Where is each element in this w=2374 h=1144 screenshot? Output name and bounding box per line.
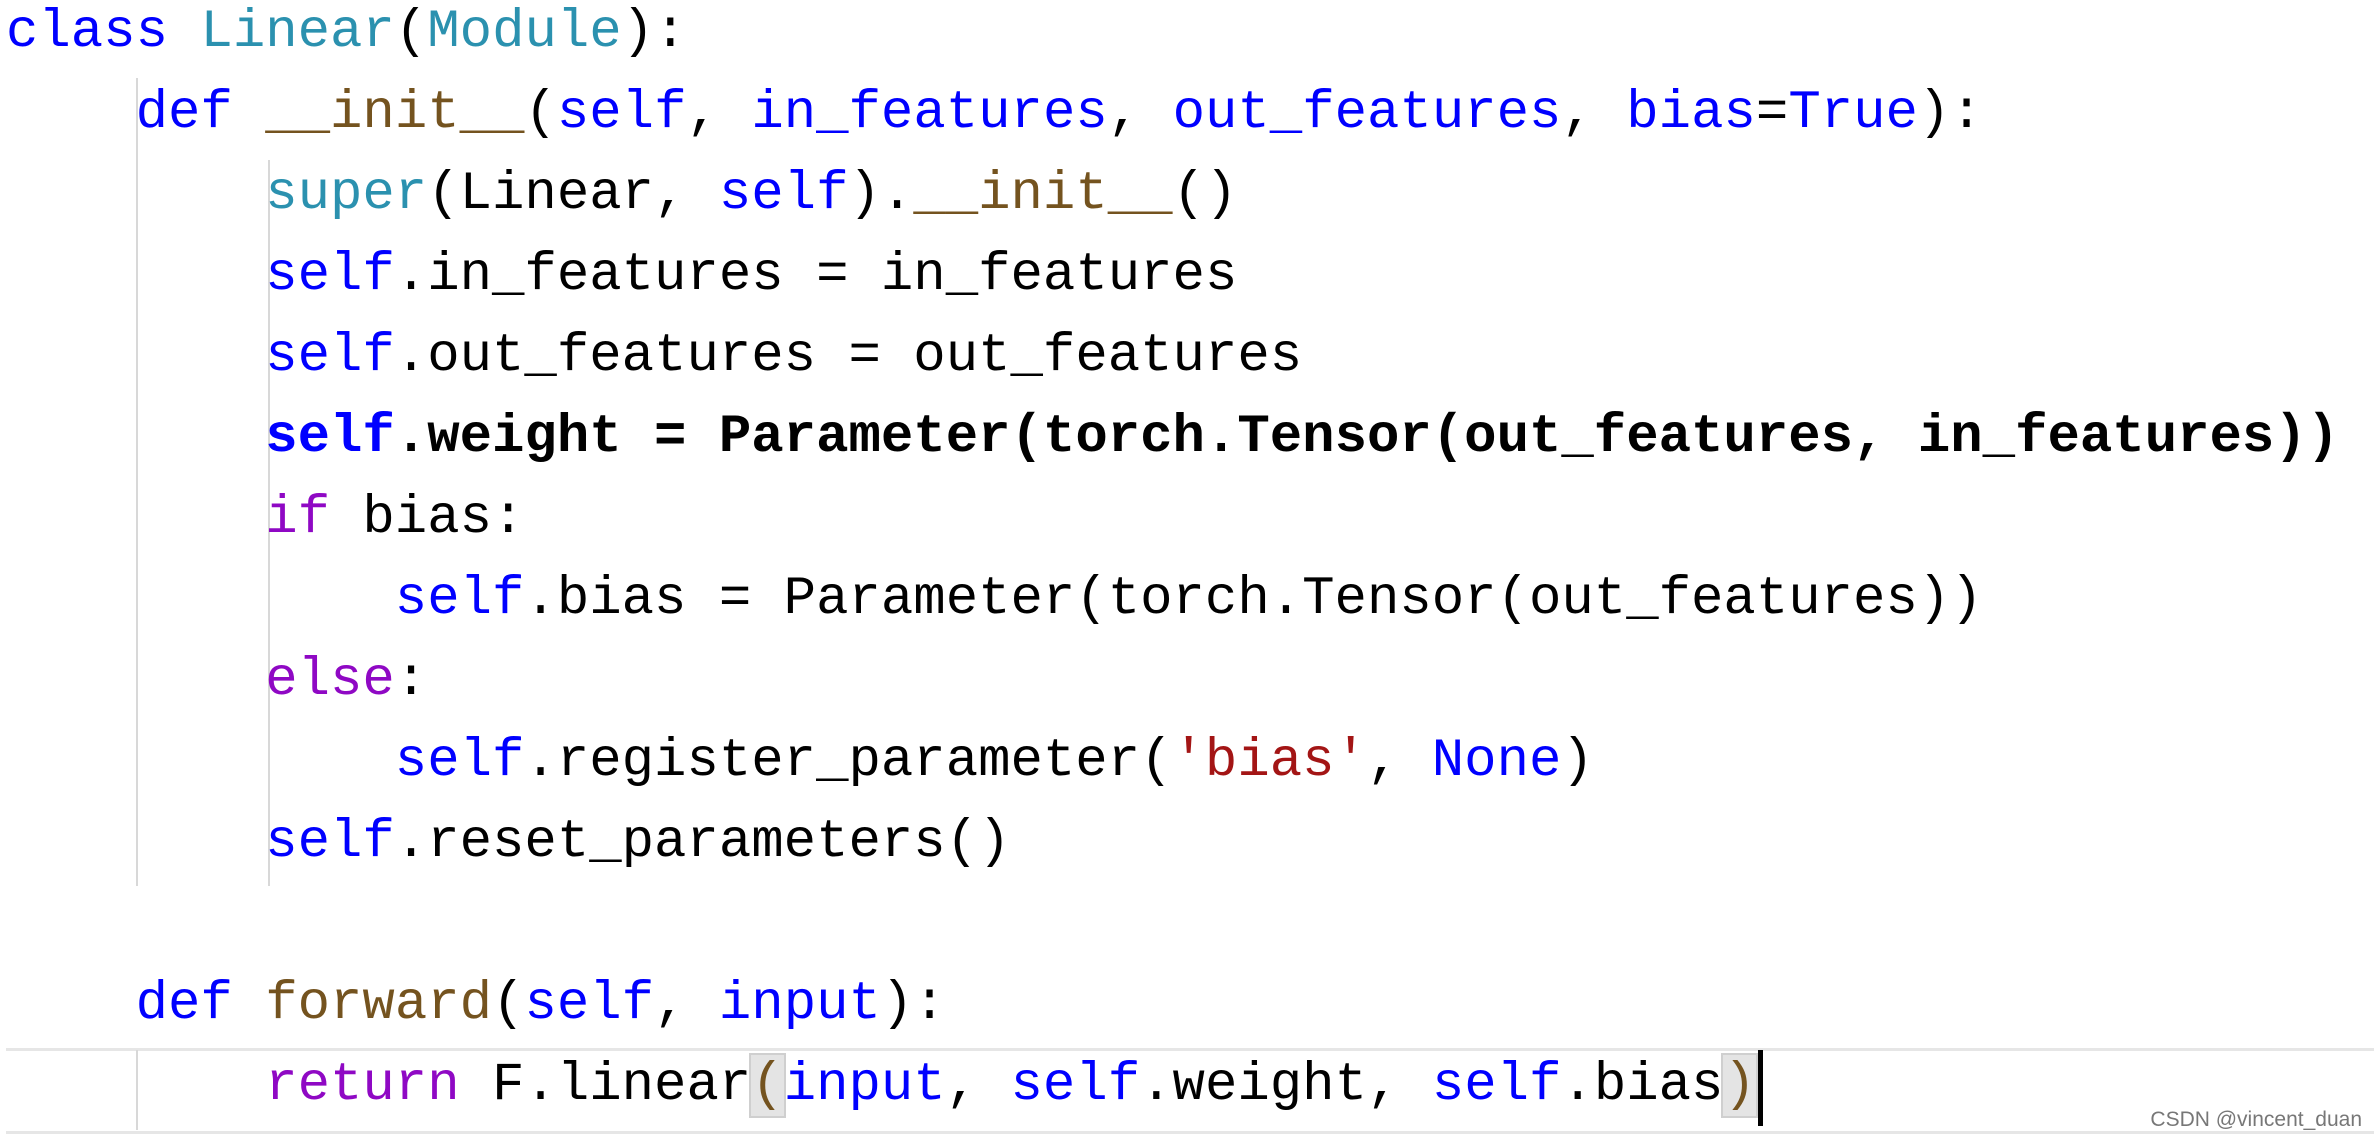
code-token: self: [556, 83, 687, 144]
code-token: (Linear,: [427, 164, 719, 225]
code-token: (: [749, 1053, 786, 1118]
code-token: .bias = Parameter(torch.Tensor(out_featu…: [524, 569, 1983, 630]
code-line[interactable]: else:: [265, 640, 427, 721]
indent-guide: [136, 78, 138, 886]
code-token: :: [394, 650, 428, 711]
watermark: CSDN @vincent_duan: [2150, 1108, 2362, 1131]
code-token: self: [1431, 1055, 1562, 1116]
code-token: self: [265, 245, 395, 306]
text-caret: [1758, 1050, 1763, 1126]
code-token: ,: [1107, 83, 1173, 144]
code-editor[interactable]: class Linear(Module): def __init__(self, …: [6, 0, 2374, 1144]
code-token: ,: [945, 1055, 1011, 1116]
code-token: ,: [1366, 731, 1432, 792]
indent-guide: [268, 565, 270, 645]
code-token: out_features: [1172, 83, 1562, 144]
code-line[interactable]: self.in_features = in_features: [265, 235, 1237, 316]
code-token: if: [265, 488, 330, 549]
code-token: def: [135, 974, 266, 1035]
code-line[interactable]: self.register_parameter('bias', None): [395, 721, 1594, 802]
code-token: (: [492, 974, 525, 1035]
code-token: (): [1172, 164, 1238, 225]
code-line[interactable]: super(Linear, self).__init__(): [265, 154, 1237, 235]
code-token: .register_parameter(: [524, 731, 1173, 792]
code-token: ):: [880, 974, 946, 1035]
code-line[interactable]: self.reset_parameters(): [265, 802, 1010, 883]
code-line[interactable]: self.out_features = out_features: [265, 316, 1302, 397]
code-line[interactable]: self.bias = Parameter(torch.Tensor(out_f…: [395, 559, 1983, 640]
code-token: .reset_parameters(): [394, 812, 1011, 873]
code-token: .bias: [1561, 1055, 1724, 1116]
code-token: super: [265, 164, 428, 225]
code-token: .weight = Parameter(torch.Tensor(out_fea…: [394, 407, 2340, 468]
code-token: ,: [686, 83, 752, 144]
code-line[interactable]: def forward(self, input):: [136, 964, 946, 1045]
code-token: ,: [1561, 83, 1627, 144]
code-token: self: [265, 407, 395, 468]
code-token: Linear: [200, 2, 395, 63]
indent-guide: [268, 727, 270, 807]
code-token: input: [718, 974, 881, 1035]
code-token: ,: [654, 974, 719, 1035]
code-token: forward: [265, 974, 493, 1035]
code-line[interactable]: def __init__(self, in_features, out_feat…: [136, 73, 1983, 154]
code-token: Module: [427, 2, 622, 63]
code-token: .weight,: [1140, 1055, 1432, 1116]
code-token: self: [1010, 1055, 1141, 1116]
code-token: else: [265, 650, 395, 711]
code-token: self: [718, 164, 849, 225]
code-token: ):: [1917, 83, 1983, 144]
code-token: ): [1561, 731, 1594, 792]
code-line[interactable]: if bias:: [265, 478, 524, 559]
indent-guide: [136, 1050, 138, 1130]
code-token: class: [6, 2, 201, 63]
code-token: bias:: [330, 488, 525, 549]
code-token: .out_features = out_features: [394, 326, 1303, 387]
code-line[interactable]: class Linear(Module):: [6, 0, 687, 73]
code-token: __init__: [913, 164, 1173, 225]
code-token: 'bias': [1172, 731, 1367, 792]
code-token: self: [265, 326, 395, 387]
code-token: .in_features = in_features: [394, 245, 1238, 306]
code-token: in_features: [751, 83, 1108, 144]
code-token: self: [524, 974, 655, 1035]
code-token: None: [1431, 731, 1562, 792]
code-token: (: [524, 83, 557, 144]
code-token: F.linear: [459, 1055, 752, 1116]
code-line[interactable]: self.weight = Parameter(torch.Tensor(out…: [265, 397, 2339, 478]
code-line[interactable]: return F.linear(input, self.weight, self…: [265, 1045, 1758, 1126]
code-token: def: [135, 83, 266, 144]
code-token: ).: [848, 164, 914, 225]
code-token: =: [1755, 83, 1789, 144]
code-token: bias: [1626, 83, 1756, 144]
code-token: self: [394, 731, 525, 792]
code-token: __init__: [265, 83, 525, 144]
code-token: ): [1721, 1053, 1758, 1118]
code-token: ):: [621, 2, 687, 63]
code-token: self: [265, 812, 395, 873]
code-token: (: [394, 2, 428, 63]
code-token: return: [265, 1055, 460, 1116]
code-token: self: [394, 569, 525, 630]
code-token: input: [783, 1055, 946, 1116]
code-token: True: [1788, 83, 1918, 144]
